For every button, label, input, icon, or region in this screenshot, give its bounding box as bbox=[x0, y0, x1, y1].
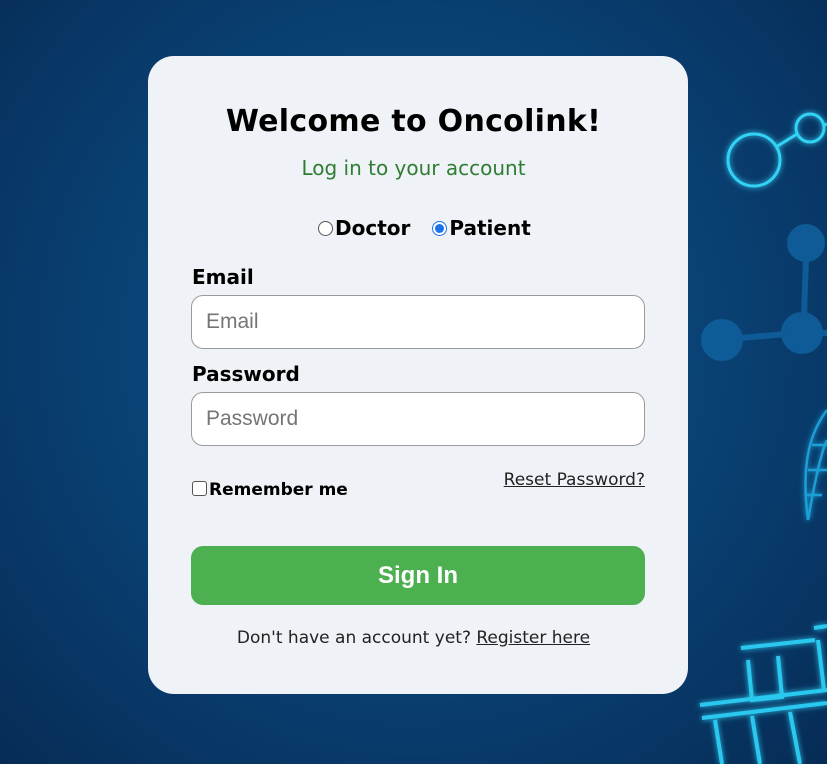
role-option-doctor[interactable]: Doctor bbox=[318, 216, 410, 240]
patient-label: Patient bbox=[449, 216, 531, 240]
sign-in-button[interactable]: Sign In bbox=[191, 546, 645, 605]
register-link[interactable]: Register here bbox=[476, 628, 590, 648]
register-prompt: Don't have an account yet? Register here bbox=[0, 628, 827, 648]
email-field[interactable] bbox=[191, 295, 645, 349]
password-label: Password bbox=[192, 362, 300, 386]
register-prompt-text: Don't have an account yet? bbox=[236, 628, 477, 648]
page-subtitle: Log in to your account bbox=[301, 156, 526, 180]
password-field[interactable] bbox=[191, 392, 645, 446]
remember-checkbox[interactable] bbox=[192, 480, 207, 496]
doctor-radio[interactable] bbox=[318, 220, 333, 236]
molecule-icon bbox=[701, 224, 827, 361]
molecule-icon bbox=[804, 409, 827, 521]
page-title: Welcome to Oncolink! bbox=[225, 104, 602, 139]
email-label: Email bbox=[192, 265, 254, 289]
doctor-label: Doctor bbox=[335, 216, 411, 240]
patient-radio[interactable] bbox=[432, 220, 448, 236]
role-option-patient[interactable]: Patient bbox=[432, 216, 531, 240]
remember-label: Remember me bbox=[209, 480, 348, 500]
remember-me[interactable]: Remember me bbox=[192, 480, 348, 500]
reset-password-link[interactable]: Reset Password? bbox=[504, 470, 645, 490]
role-selector: Doctor Patient bbox=[318, 216, 531, 240]
